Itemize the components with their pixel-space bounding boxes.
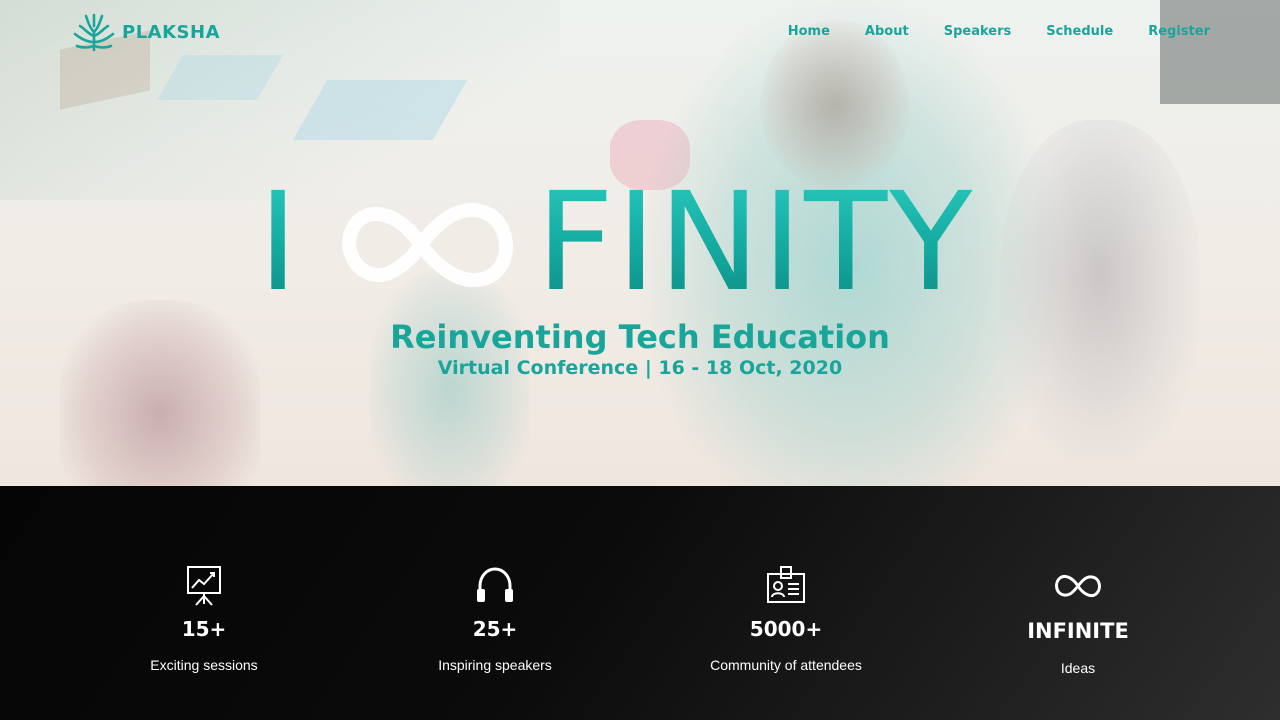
hero-title: I FINITY	[258, 164, 1028, 322]
stat-value: INFINITE	[1027, 619, 1129, 643]
headphones-icon	[477, 567, 513, 602]
background-photo-board	[1160, 0, 1280, 104]
background-photo-audience	[1000, 120, 1200, 460]
stat-value: 5000+	[749, 617, 823, 641]
stat-label: Exciting sessions	[150, 657, 258, 673]
nav-link-about[interactable]: About	[865, 24, 909, 39]
hero-title-first-letter: I	[258, 164, 301, 322]
presentation-board-icon	[187, 566, 221, 606]
infinity-icon	[1055, 574, 1101, 598]
stat-ideas: INFINITE Ideas	[958, 486, 1198, 720]
stat-value: 25+	[472, 617, 518, 641]
brand-name: PLAKSHA	[122, 21, 220, 43]
stats-section: 15+ Exciting sessions 25+ Inspiring spea…	[0, 486, 1280, 720]
stat-label: Community of attendees	[710, 657, 862, 673]
stat-value: 15+	[181, 617, 227, 641]
brand-logo[interactable]: PLAKSHA	[72, 12, 220, 52]
stat-speakers: 25+ Inspiring speakers	[375, 486, 615, 720]
infinity-title-icon	[342, 203, 513, 287]
nav-link-speakers[interactable]: Speakers	[944, 24, 1012, 39]
nav-link-register[interactable]: Register	[1148, 24, 1210, 39]
hero-section: PLAKSHA Home About Speakers Schedule Reg…	[0, 0, 1280, 486]
id-badge-icon	[767, 566, 805, 603]
hero-title-rest: FINITY	[536, 164, 975, 322]
stat-sessions: 15+ Exciting sessions	[84, 486, 324, 720]
stat-attendees: 5000+ Community of attendees	[666, 486, 906, 720]
nav-link-schedule[interactable]: Schedule	[1046, 24, 1113, 39]
plaksha-tree-logo-icon	[73, 13, 115, 52]
stat-label: Inspiring speakers	[438, 657, 552, 673]
stat-label: Ideas	[1060, 660, 1096, 676]
nav-link-home[interactable]: Home	[788, 24, 830, 39]
hero-tagline: Virtual Conference | 16 - 18 Oct, 2020	[437, 357, 843, 379]
main-navigation: Home About Speakers Schedule Register	[788, 24, 1210, 39]
hero-subtitle: Reinventing Tech Education	[390, 318, 890, 356]
